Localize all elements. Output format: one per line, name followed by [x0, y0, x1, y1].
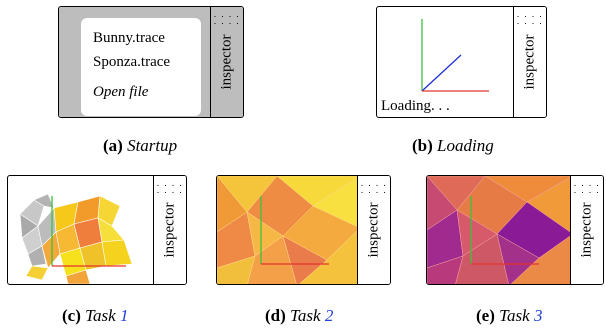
startup-viewport: Bunny.trace Sponza.trace Open file — [59, 7, 211, 117]
inspector-label: inspector — [578, 202, 595, 258]
caption-b-title: Loading — [437, 136, 494, 155]
task2-viewport — [217, 176, 358, 284]
caption-c-number[interactable]: 1 — [120, 306, 129, 325]
caption-d-number[interactable]: 2 — [325, 306, 334, 325]
inspector-label: inspector — [218, 34, 235, 90]
inspector-dots: . . . . . . . . — [213, 9, 241, 26]
loading-inspector-sidebar: . . . . . . . . inspector — [513, 7, 546, 117]
inspector-dots: . . . . . . . . — [573, 178, 601, 195]
inspector-label: inspector — [365, 202, 382, 258]
caption-d: (d) Task 2 — [265, 306, 333, 326]
task1-mesh — [19, 193, 133, 284]
task2-inspector-sidebar: . . . . . . . . inspector — [357, 176, 390, 284]
loading-viewport: Loading. . . — [377, 7, 514, 117]
menu-item-bunny[interactable]: Bunny.trace — [93, 30, 165, 47]
caption-a-letter: (a) — [103, 136, 123, 155]
menu-item-sponza[interactable]: Sponza.trace — [93, 54, 170, 71]
inspector-label: inspector — [521, 34, 538, 90]
caption-c-letter: (c) — [62, 306, 81, 325]
task3-mesh — [427, 176, 571, 284]
inspector-dots: . . . . . . . . — [360, 178, 388, 195]
caption-e-title: Task — [499, 306, 530, 325]
caption-c-title: Task — [85, 306, 116, 325]
task1-panel: . . . . . . . . inspector — [7, 175, 187, 285]
inspector-dots: . . . . . . . . — [156, 178, 184, 195]
task2-mesh — [217, 176, 358, 284]
caption-e-number[interactable]: 3 — [534, 306, 543, 325]
task3-inspector-sidebar: . . . . . . . . inspector — [570, 176, 603, 284]
startup-inspector-sidebar: . . . . . . . . inspector — [210, 7, 243, 117]
caption-b: (b) Loading — [412, 136, 494, 156]
caption-a: (a) Startup — [103, 136, 177, 156]
inspector-dots: . . . . . . . . — [516, 9, 544, 26]
menu-item-open-file[interactable]: Open file — [93, 84, 148, 101]
colored-mesh — [217, 176, 358, 284]
colored-mesh — [427, 176, 571, 284]
caption-a-title: Startup — [127, 136, 178, 155]
caption-d-letter: (d) — [265, 306, 286, 325]
caption-b-letter: (b) — [412, 136, 433, 155]
caption-e: (e) Task 3 — [476, 306, 542, 326]
task1-inspector-sidebar: . . . . . . . . inspector — [153, 176, 186, 284]
z-axis-line — [421, 54, 462, 92]
task2-panel: . . . . . . . . inspector — [216, 175, 391, 285]
startup-panel: Bunny.trace Sponza.trace Open file . . .… — [58, 6, 244, 118]
loading-panel: Loading. . . . . . . . . . . inspector — [376, 6, 547, 118]
task3-panel: . . . . . . . . inspector — [426, 175, 604, 285]
caption-d-title: Task — [290, 306, 321, 325]
caption-e-letter: (e) — [476, 306, 495, 325]
inspector-label: inspector — [161, 202, 178, 258]
task1-viewport — [8, 176, 154, 284]
loading-status: Loading. . . — [381, 98, 450, 114]
caption-c: (c) Task 1 — [62, 306, 128, 326]
task3-viewport — [427, 176, 571, 284]
file-menu: Bunny.trace Sponza.trace Open file — [81, 18, 201, 116]
